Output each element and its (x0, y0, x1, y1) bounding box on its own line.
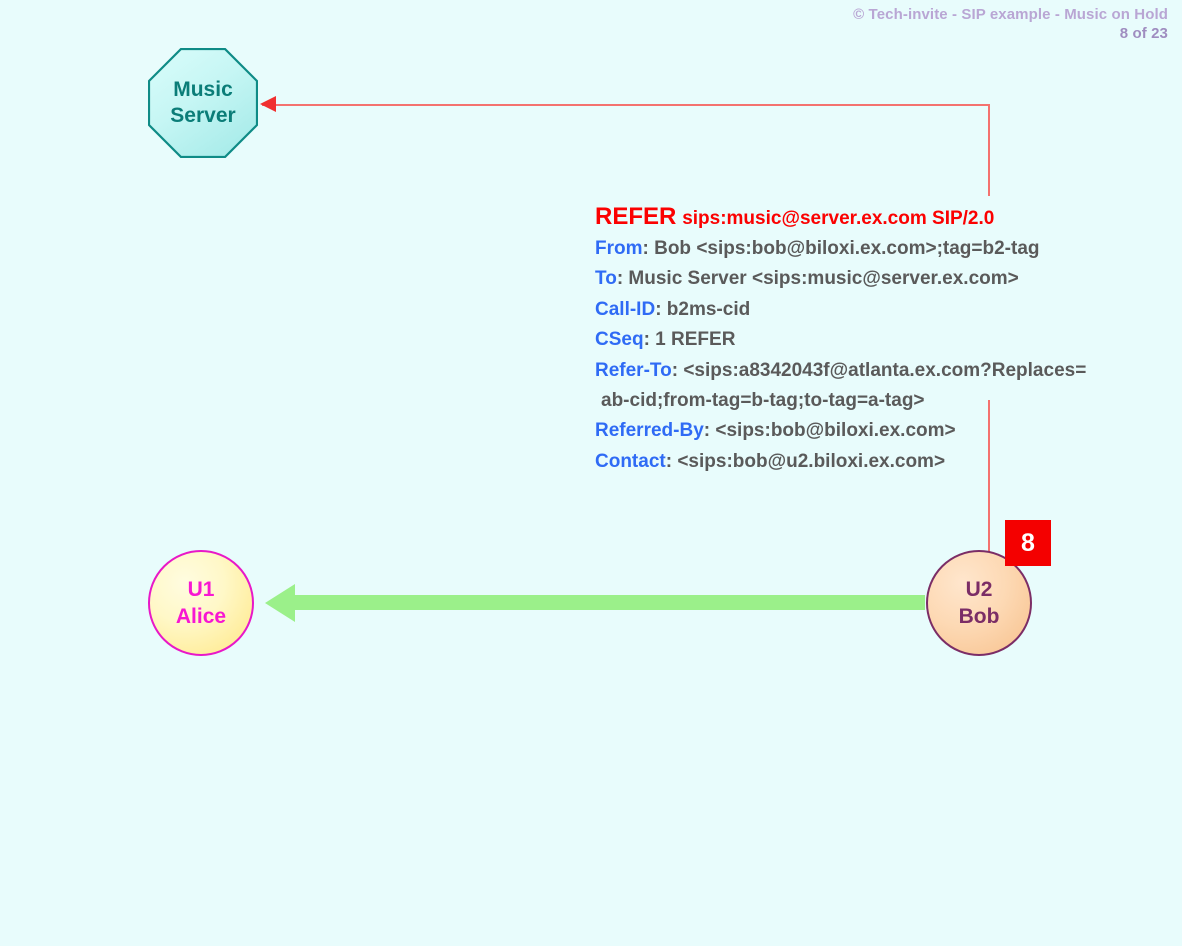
sip-header-value: : <sips:bob@u2.biloxi.ex.com> (665, 450, 946, 472)
signalling-line-vertical-upper (988, 104, 990, 196)
sip-header-value: : 1 REFER (643, 329, 736, 351)
sip-header-value: : <sips:bob@biloxi.ex.com> (703, 420, 956, 442)
sip-request-uri: sips:music@server.ex.com SIP/2.0 (682, 208, 995, 229)
node-music-server[interactable]: Music Server (148, 48, 258, 158)
sip-header-refer-to: Refer-To: <sips:a8342043f@atlanta.ex.com… (595, 356, 1135, 386)
signalling-arrowhead-icon (260, 96, 276, 112)
bob-label-line1: U2 (965, 578, 993, 601)
sip-header-value: : b2ms-cid (655, 298, 751, 320)
alice-label-line2: Alice (175, 605, 227, 628)
sip-header-to: To: Music Server <sips:music@server.ex.c… (595, 264, 1135, 294)
sip-header-call-id: Call-ID: b2ms-cid (595, 295, 1135, 325)
sip-method: REFER (595, 203, 677, 230)
signalling-line-horizontal (262, 104, 990, 106)
sip-header-name: Call-ID (595, 298, 656, 320)
sip-message-block: REFER sips:music@server.ex.com SIP/2.0 F… (595, 202, 1135, 477)
bob-label-line2: Bob (958, 605, 1000, 628)
sip-header-name: CSeq (595, 329, 644, 351)
diagram-header: © Tech-invite - SIP example - Music on H… (853, 5, 1168, 43)
media-arrowhead-icon (265, 584, 295, 622)
sip-header-name: Contact (595, 450, 666, 472)
node-alice[interactable]: U1 Alice (148, 550, 254, 656)
sip-header-contact: Contact: <sips:bob@u2.biloxi.ex.com> (595, 447, 1135, 477)
diagram-canvas: © Tech-invite - SIP example - Music on H… (0, 0, 1182, 946)
step-badge: 8 (1005, 520, 1051, 566)
sip-header-value: : <sips:a8342043f@atlanta.ex.com?Replace… (671, 359, 1087, 381)
sip-header-from: From: Bob <sips:bob@biloxi.ex.com>;tag=b… (595, 234, 1135, 264)
music-server-label-line1: Music (173, 78, 233, 101)
sip-header-value: : Music Server <sips:music@server.ex.com… (616, 268, 1019, 290)
sip-header-name: From (595, 238, 643, 259)
sip-header-value: : Bob <sips:bob@biloxi.ex.com>;tag=b2-ta… (642, 238, 1040, 259)
sip-header-referred-by: Referred-By: <sips:bob@biloxi.ex.com> (595, 416, 1135, 446)
copyright-title: © Tech-invite - SIP example - Music on H… (853, 6, 1168, 23)
sip-header-name: Refer-To (595, 359, 672, 381)
media-arrow-shaft (288, 595, 925, 610)
page-counter: 8 of 23 (1119, 25, 1168, 42)
sip-header-cseq: CSeq: 1 REFER (595, 325, 1135, 355)
sip-header-name: To (595, 268, 617, 290)
alice-label-line1: U1 (187, 578, 215, 601)
sip-header-name: Referred-By (595, 420, 704, 442)
music-server-label-line2: Server (170, 104, 236, 127)
sip-header-refer-to-continuation: ab-cid;from-tag=b-tag;to-tag=a-tag> (601, 390, 925, 412)
sip-request-line: REFER sips:music@server.ex.com SIP/2.0 (595, 202, 1135, 234)
